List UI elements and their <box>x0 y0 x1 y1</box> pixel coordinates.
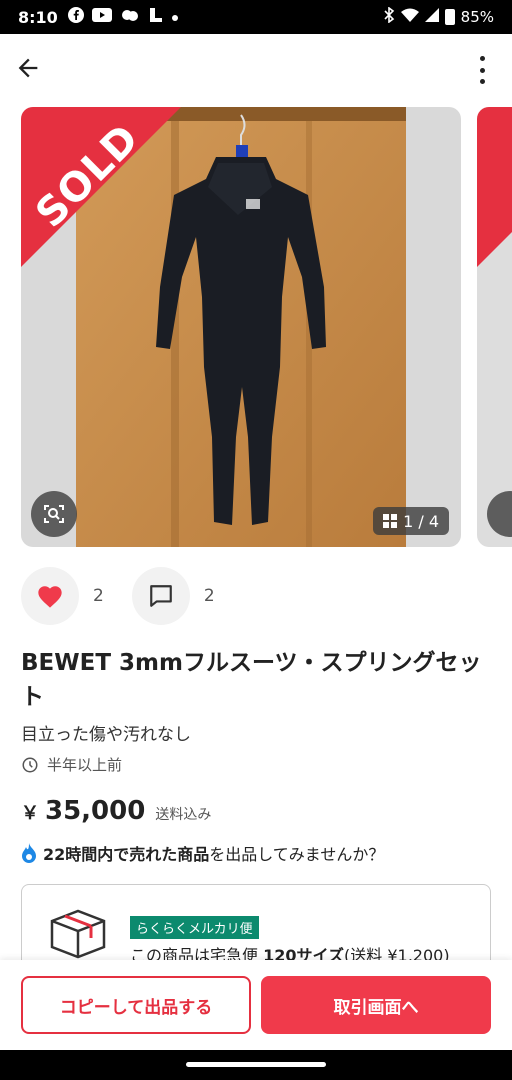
more-vert-icon <box>479 56 485 61</box>
bottom-action-bar: コピーして出品する 取引画面へ <box>0 960 512 1050</box>
item-title: BEWET 3mmフルスーツ・スプリングセット <box>21 650 482 710</box>
action-row: 2 2 <box>21 567 243 625</box>
image-counter-text: 1 / 4 <box>403 511 439 531</box>
trade-screen-button[interactable]: 取引画面へ <box>261 976 491 1034</box>
main-product-image[interactable]: SOLD 1 / 4 <box>21 107 461 547</box>
comment-icon <box>149 585 172 607</box>
posted-time-text: 半年以上前 <box>47 756 123 774</box>
rakuraku-badge: らくらくメルカリ便 <box>130 916 259 939</box>
signal-icon <box>424 8 439 26</box>
image-counter: 1 / 4 <box>373 507 449 535</box>
dot-icon <box>171 9 178 25</box>
weather-icon <box>120 8 140 26</box>
system-nav-bar <box>0 1050 512 1080</box>
heart-icon <box>38 586 62 608</box>
next-product-image[interactable] <box>477 107 512 547</box>
clock-icon <box>22 757 38 772</box>
status-time: 8:10 <box>18 7 58 27</box>
battery-percent: 85% <box>460 8 494 26</box>
image-carousel[interactable]: SOLD 1 / 4 <box>0 107 512 547</box>
currency-symbol: ￥ <box>21 803 39 824</box>
notification-icon <box>148 7 164 27</box>
shipping-included: 送料込み <box>155 807 212 823</box>
item-price: ￥ 35,000 送料込み <box>21 796 211 826</box>
posted-time: 半年以上前 <box>21 754 122 775</box>
image-search-icon <box>487 491 512 537</box>
like-button[interactable] <box>21 567 79 625</box>
copy-listing-button[interactable]: コピーして出品する <box>21 976 251 1034</box>
back-button[interactable] <box>14 54 50 86</box>
image-search-button[interactable] <box>31 491 77 537</box>
home-gesture-handle[interactable] <box>186 1062 326 1067</box>
flame-icon <box>22 843 36 863</box>
promo-rest: を出品してみませんか？ <box>209 845 385 864</box>
promo-bold: 22時間内で売れた商品 <box>43 845 210 864</box>
comment-count: 2 <box>203 586 215 606</box>
item-condition: 目立った傷や汚れなし <box>21 725 191 745</box>
facebook-icon <box>67 7 84 27</box>
grid-icon <box>383 514 398 528</box>
status-bar: 8:10 85% <box>0 0 512 34</box>
youtube-icon <box>91 8 112 26</box>
app-bar <box>0 34 512 106</box>
arrow-left-icon <box>18 58 38 78</box>
comment-button[interactable] <box>131 567 190 625</box>
package-icon <box>48 907 108 963</box>
sold-banner: SOLD <box>21 107 181 267</box>
image-search-icon <box>44 505 64 523</box>
price-amount: 35,000 <box>45 796 146 826</box>
sell-promo[interactable]: 22時間内で売れた商品を出品してみませんか？ <box>21 841 384 865</box>
like-count: 2 <box>93 586 104 606</box>
wifi-icon <box>400 8 419 26</box>
more-options-button[interactable] <box>470 56 494 84</box>
battery-icon <box>444 9 455 25</box>
bluetooth-icon <box>383 6 395 27</box>
